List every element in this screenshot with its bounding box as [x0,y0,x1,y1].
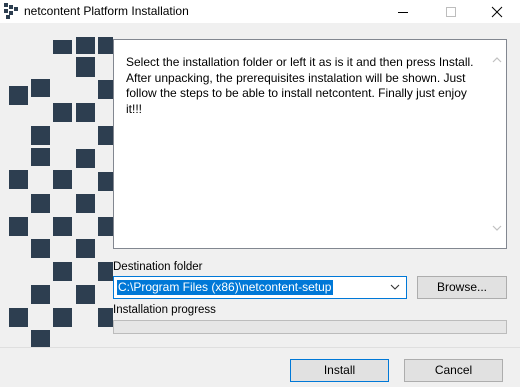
chevron-up-icon[interactable] [492,56,502,63]
description-textbox[interactable]: Select the installation folder or left i… [113,39,507,249]
app-logo-icon [4,3,18,19]
destination-folder-combobox[interactable]: C:\Program Files (x86)\netcontent-setup [113,276,407,299]
installation-progress-bar [113,320,507,334]
minimize-button[interactable] [381,0,425,23]
installer-body: Select the installation folder or left i… [0,23,520,387]
maximize-icon [446,7,456,17]
cancel-button[interactable]: Cancel [404,359,503,382]
minimize-icon [398,12,408,13]
chevron-down-icon[interactable] [390,284,400,291]
install-button[interactable]: Install [290,359,389,382]
close-button[interactable] [475,0,519,23]
window-title: netcontent Platform Installation [24,4,189,18]
chevron-down-icon[interactable] [492,225,502,232]
title-bar[interactable]: netcontent Platform Installation [0,0,520,23]
footer-divider [0,347,520,348]
destination-folder-value[interactable]: C:\Program Files (x86)\netcontent-setup [117,280,334,295]
destination-folder-label: Destination folder [113,261,203,273]
brand-pattern [9,37,113,347]
maximize-button[interactable] [429,0,473,23]
installation-progress-label: Installation progress [113,304,216,316]
browse-button[interactable]: Browse... [417,276,507,299]
description-text: Select the installation folder or left i… [126,55,474,116]
close-icon [491,6,503,18]
